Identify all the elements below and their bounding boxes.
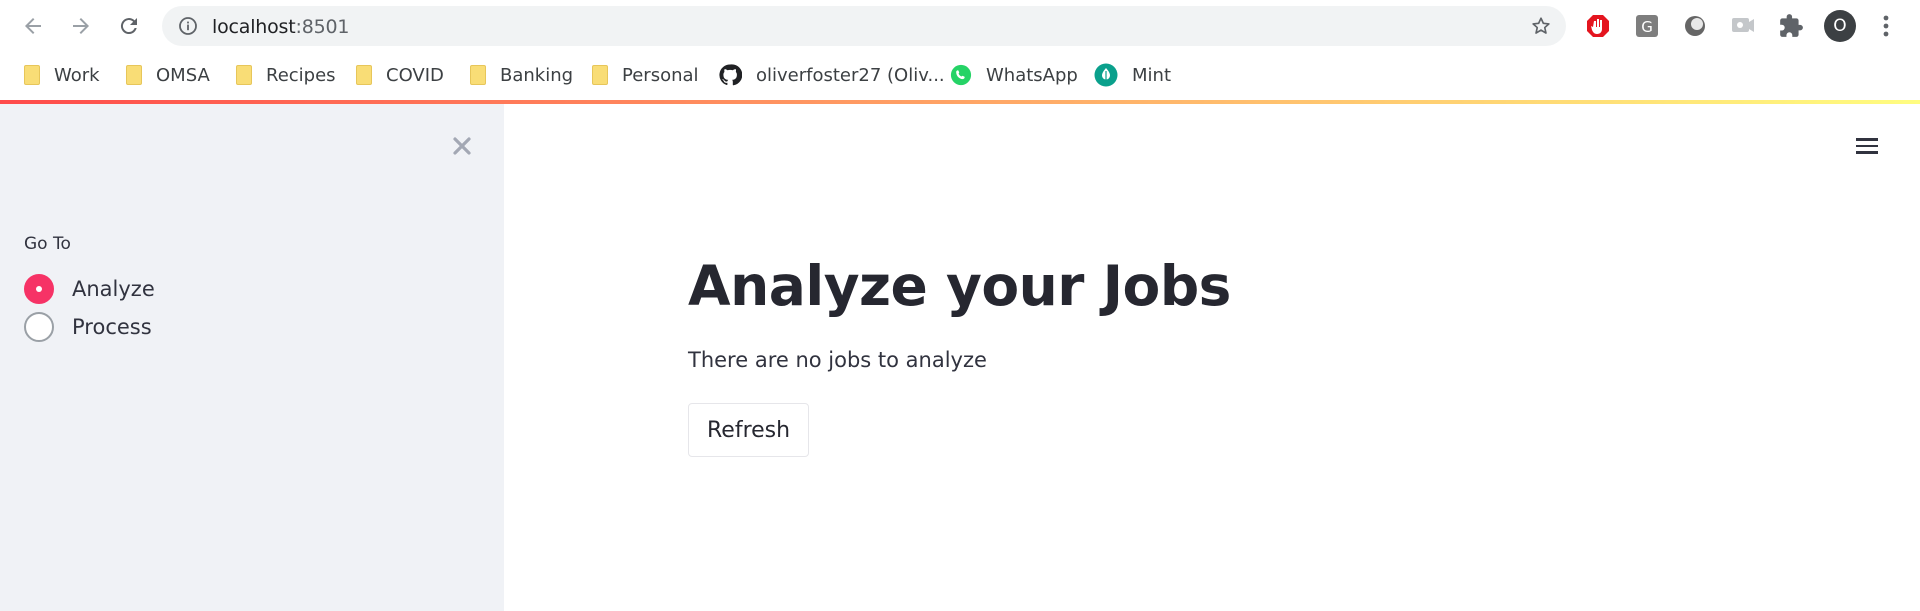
screen-extension-icon[interactable] — [1729, 12, 1757, 40]
url-port: :8501 — [295, 16, 350, 38]
bookmark-github[interactable]: oliverfoster27 (Oliv... — [718, 61, 945, 89]
url-host: localhost — [212, 16, 296, 38]
refresh-button[interactable]: Refresh — [688, 403, 810, 457]
bookmark-label: oliverfoster27 (Oliv... — [756, 64, 945, 86]
radio-unselected-icon[interactable] — [24, 312, 54, 342]
back-button[interactable] — [18, 11, 48, 41]
forward-arrow-icon — [73, 18, 89, 34]
circle-extension-icon[interactable] — [1681, 12, 1709, 40]
bookmark-personal[interactable]: Personal — [590, 61, 699, 89]
bookmark-label: Recipes — [266, 64, 336, 86]
bookmark-mint[interactable]: Mint — [1094, 61, 1171, 89]
info-icon[interactable] — [178, 16, 198, 36]
radio-option-label: Analyze — [72, 277, 155, 301]
navigation-radio-group: Analyze Process — [24, 270, 155, 346]
bookmark-label: WhatsApp — [986, 64, 1078, 86]
bookmark-recipes[interactable]: Recipes — [234, 61, 336, 89]
address-bar[interactable]: localhost:8501 — [162, 6, 1566, 46]
radio-selected-icon[interactable] — [24, 274, 54, 304]
bookmark-label: Work — [54, 64, 100, 86]
sidebar: Go To Analyze Process — [0, 104, 504, 611]
radio-option-process[interactable]: Process — [24, 308, 155, 346]
bookmark-label: Banking — [500, 64, 574, 86]
bookmark-omsa[interactable]: OMSA — [124, 61, 210, 89]
folder-icon — [236, 65, 252, 85]
radio-option-label: Process — [72, 315, 152, 339]
reload-icon — [120, 18, 137, 35]
bookmark-banking[interactable]: Banking — [468, 61, 573, 89]
whatsapp-icon — [950, 64, 972, 86]
radio-group-label: Go To — [24, 234, 71, 254]
folder-icon — [592, 65, 608, 85]
radio-option-analyze[interactable]: Analyze — [24, 270, 155, 308]
bookmark-label: Mint — [1132, 64, 1171, 86]
bookmark-star-icon[interactable] — [1530, 15, 1552, 37]
browser-toolbar: localhost:8501 G O — [0, 0, 1920, 51]
folder-icon — [356, 65, 372, 85]
main-content: Analyze your Jobs There are no jobs to a… — [504, 104, 1920, 611]
browser-menu-icon[interactable] — [1876, 12, 1896, 40]
reload-button[interactable] — [114, 11, 144, 41]
adblock-icon[interactable] — [1584, 12, 1612, 40]
folder-icon — [470, 65, 486, 85]
profile-avatar[interactable]: O — [1824, 10, 1856, 42]
bookmark-label: Personal — [622, 64, 699, 86]
url-text[interactable]: localhost:8501 — [212, 16, 349, 38]
puzzle-icon[interactable] — [1777, 12, 1805, 40]
bookmark-label: COVID — [386, 64, 444, 86]
bookmark-label: OMSA — [156, 64, 210, 86]
github-icon — [719, 64, 742, 86]
close-icon[interactable] — [450, 134, 474, 158]
back-arrow-icon — [25, 18, 41, 34]
hamburger-menu-icon[interactable] — [1856, 134, 1884, 158]
empty-state-message: There are no jobs to analyze — [688, 348, 987, 372]
svg-text:G: G — [1641, 18, 1653, 36]
bookmarks-bar: Work OMSA Recipes COVID Banking Personal… — [0, 51, 1920, 100]
folder-icon — [126, 65, 142, 85]
bookmark-work[interactable]: Work — [22, 61, 100, 89]
mint-icon — [1094, 63, 1118, 87]
grammarly-icon[interactable]: G — [1633, 12, 1661, 40]
bookmark-whatsapp[interactable]: WhatsApp — [950, 61, 1078, 89]
folder-icon — [24, 65, 40, 85]
bookmark-covid[interactable]: COVID — [354, 61, 444, 89]
forward-button[interactable] — [66, 11, 96, 41]
page-title: Analyze your Jobs — [688, 254, 1231, 318]
